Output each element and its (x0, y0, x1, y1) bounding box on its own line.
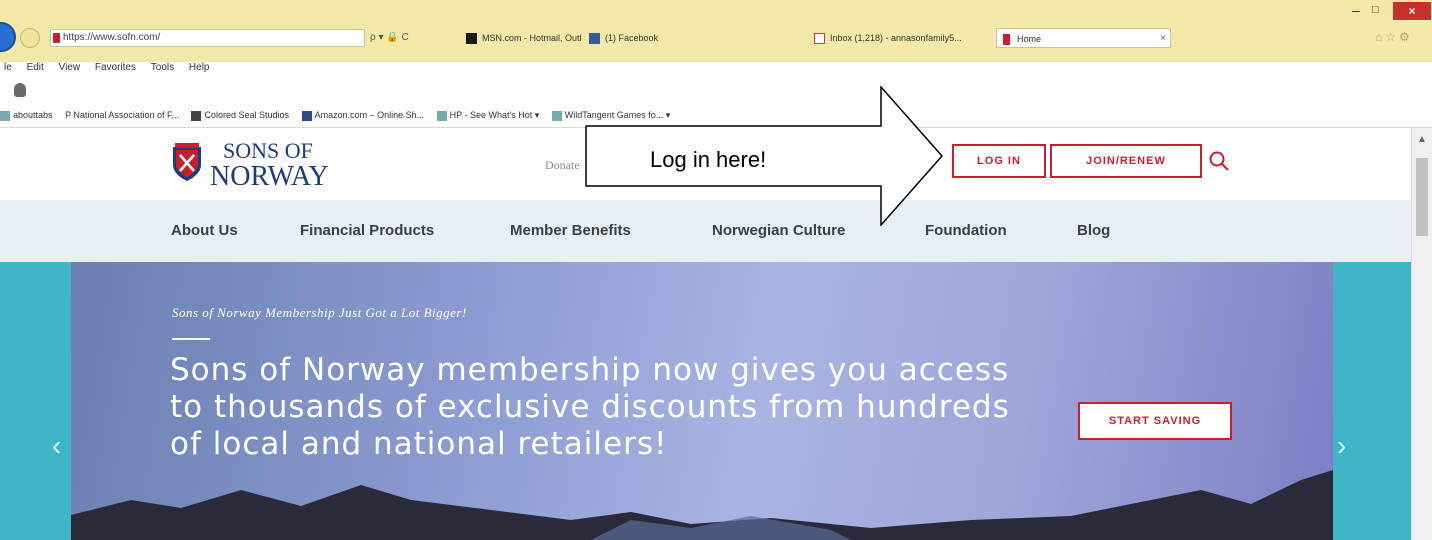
facebook-icon (589, 33, 600, 44)
login-button[interactable]: LOG IN (952, 144, 1046, 178)
site-favicon-icon (53, 33, 60, 43)
page-icon (0, 110, 10, 121)
search-icon[interactable] (1208, 150, 1230, 172)
crest-icon[interactable] (171, 143, 203, 183)
menu-favorites[interactable]: Favorites (95, 62, 136, 73)
hero-headline: Sons of Norway membership now gives you … (170, 352, 1010, 462)
menu-file[interactable]: le (4, 62, 12, 73)
browser-title-bar: https://www.sofn.com/ ρ ▾ 🔒 C MSN.com - … (0, 0, 1432, 62)
back-button[interactable] (0, 22, 16, 52)
carousel-prev-icon[interactable]: ‹ (52, 430, 61, 462)
nav-about-us[interactable]: About Us (171, 222, 238, 239)
favorite-item[interactable]: P National Association of F... (65, 110, 179, 120)
hero-divider (172, 338, 210, 340)
menu-tools[interactable]: Tools (151, 62, 174, 73)
page-icon (191, 110, 202, 121)
site-favicon-icon (1003, 34, 1010, 45)
address-bar[interactable]: https://www.sofn.com/ (50, 29, 365, 47)
menu-bar: le Edit View Favorites Tools Help (0, 62, 1432, 78)
page-icon (436, 110, 447, 121)
tab-home[interactable]: Home × (996, 28, 1171, 48)
page-icon (301, 110, 312, 121)
close-tab-icon[interactable]: × (1160, 29, 1166, 47)
page-scrollbar[interactable]: ▲ (1411, 128, 1432, 540)
gmail-icon (814, 33, 825, 44)
maximize-button[interactable]: □ (1372, 4, 1390, 18)
address-tools[interactable]: ρ ▾ 🔒 C (370, 29, 460, 47)
close-window-button[interactable]: × (1393, 2, 1431, 20)
compatibility-icon[interactable] (14, 83, 26, 97)
tab-label: Inbox (1,218) - annasonfamily5... (830, 33, 962, 43)
tab-facebook[interactable]: (1) Facebook (585, 28, 675, 48)
logo-line2: NORWAY (210, 161, 329, 192)
browser-tool-icons[interactable]: ⌂☆⚙ (1375, 30, 1413, 44)
favorite-item[interactable]: abouttabs (0, 110, 53, 121)
scroll-thumb[interactable] (1416, 158, 1428, 236)
tab-msn[interactable]: MSN.com - Hotmail, Outlook, ... (462, 28, 582, 48)
scroll-up-icon[interactable]: ▲ (1417, 134, 1427, 145)
forward-button[interactable] (20, 28, 40, 48)
menu-edit[interactable]: Edit (27, 62, 44, 73)
favorite-item[interactable]: HP - See What's Hot ▾ (436, 110, 539, 121)
favorite-item[interactable]: Colored Seal Studios (191, 110, 289, 121)
nav-financial-products[interactable]: Financial Products (300, 222, 434, 239)
menu-help[interactable]: Help (189, 62, 210, 73)
tab-label: MSN.com - Hotmail, Outlook, ... (482, 33, 582, 43)
tab-gmail[interactable]: Inbox (1,218) - annasonfamily5... (810, 28, 995, 48)
site-logo[interactable]: SONS OF NORWAY (210, 138, 329, 192)
favorite-item[interactable]: Amazon.com – Online Sh... (301, 110, 424, 121)
carousel-next-icon[interactable]: › (1337, 430, 1346, 462)
hero-kicker: Sons of Norway Membership Just Got a Lot… (172, 305, 467, 320)
menu-view[interactable]: View (59, 62, 81, 73)
msn-icon (466, 33, 477, 44)
donate-link[interactable]: Donate (545, 158, 580, 173)
nav-blog[interactable]: Blog (1077, 222, 1110, 239)
minimize-button[interactable]: – (1352, 3, 1370, 18)
address-url: https://www.sofn.com/ (63, 32, 161, 43)
tab-label: Home (1017, 34, 1042, 44)
start-saving-button[interactable]: START SAVING (1078, 402, 1232, 440)
join-renew-button[interactable]: JOIN/RENEW (1050, 144, 1202, 178)
callout-text: Log in here! (650, 147, 767, 172)
tab-label: (1) Facebook (605, 33, 659, 43)
page-icon (551, 110, 562, 121)
